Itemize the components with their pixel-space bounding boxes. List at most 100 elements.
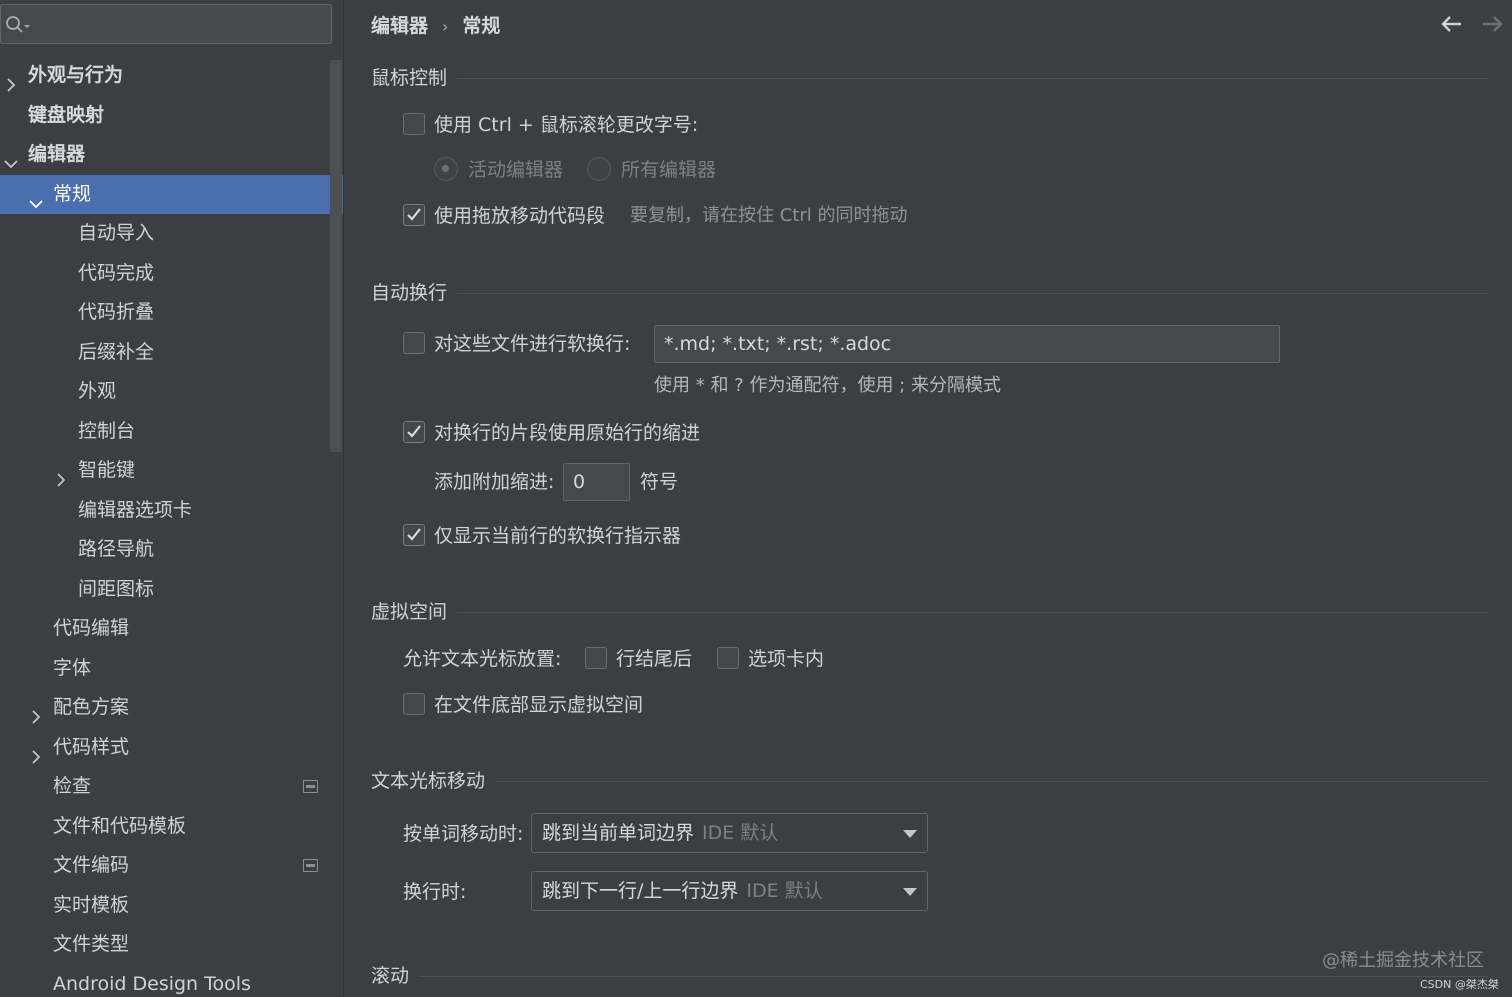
sidebar-item-label: 代码编辑 <box>53 617 130 639</box>
soft-wrap-checkbox[interactable] <box>403 332 425 354</box>
sidebar-item[interactable]: 外观 <box>0 372 344 412</box>
section-divider <box>457 78 1488 79</box>
sidebar-item[interactable]: 常规 <box>0 174 344 214</box>
sidebar-item[interactable]: 检查 <box>0 767 344 807</box>
sidebar-item-label: 文件编码 <box>53 854 130 876</box>
chevron-right-icon[interactable] <box>3 68 19 92</box>
radio-active-editor-label: 活动编辑器 <box>468 159 564 181</box>
section-title-caret-movement: 文本光标移动 <box>371 770 486 792</box>
watermark-small: CSDN @桀杰桀 <box>1420 978 1499 991</box>
sidebar-item-label: 配色方案 <box>53 696 130 718</box>
sidebar-item[interactable]: 字体 <box>0 649 344 689</box>
section-title-wrap: 自动换行 <box>371 282 448 304</box>
sidebar-item[interactable]: 代码完成 <box>0 254 344 294</box>
radio-all-editors[interactable] <box>587 157 611 181</box>
section-title-virtual-space: 虚拟空间 <box>371 601 448 623</box>
sidebar-item[interactable]: 键盘映射 <box>0 96 344 136</box>
breadcrumb-current: 常规 <box>462 15 501 37</box>
breadcrumb: 编辑器 › 常规 <box>371 12 500 40</box>
settings-tree: 外观与行为键盘映射编辑器常规自动导入代码完成代码折叠后缀补全外观控制台智能键编辑… <box>0 56 344 997</box>
sidebar-item-label: 智能键 <box>78 459 136 481</box>
sidebar-item[interactable]: 路径导航 <box>0 530 344 570</box>
sidebar-item-label: 文件类型 <box>53 933 130 955</box>
current-line-indicator-label: 仅显示当前行的软换行指示器 <box>434 525 682 547</box>
forward-arrow-icon[interactable] <box>1480 12 1506 36</box>
sidebar-item-label: 控制台 <box>78 419 136 442</box>
search-icon <box>5 14 31 36</box>
sidebar-item[interactable]: 配色方案 <box>0 688 344 728</box>
current-line-indicator-checkbox[interactable] <box>403 524 425 546</box>
checkmark-icon <box>407 528 421 541</box>
sidebar-item-label: Android Design Tools <box>53 972 251 995</box>
extra-indent-input[interactable]: 0 <box>563 463 630 501</box>
sidebar-item[interactable]: Android Design Tools <box>0 965 344 997</box>
soft-wrap-label: 对这些文件进行软换行: <box>434 333 631 355</box>
virtual-space-bottom-label: 在文件底部显示虚拟空间 <box>434 694 644 716</box>
inside-tabs-checkbox[interactable] <box>717 647 739 669</box>
chevron-down-icon[interactable] <box>3 147 19 169</box>
sidebar-item[interactable]: 外观与行为 <box>0 56 344 96</box>
sidebar-item-label: 编辑器选项卡 <box>78 498 193 521</box>
indent-wrapped-checkbox[interactable] <box>403 421 425 443</box>
back-arrow-icon[interactable] <box>1438 12 1464 36</box>
watermark: @稀土掘金技术社区 <box>1322 950 1484 971</box>
sidebar-item[interactable]: 后缀补全 <box>0 333 344 373</box>
chevron-down-icon[interactable] <box>28 187 44 208</box>
sidebar-item[interactable]: 文件编码 <box>0 846 344 886</box>
section-divider <box>419 976 1488 977</box>
line-move-dropdown[interactable]: 跳到下一行/上一行边界 IDE 默认 <box>531 871 928 911</box>
ctrl-wheel-checkbox[interactable] <box>403 113 425 135</box>
settings-sidebar: 外观与行为键盘映射编辑器常规自动导入代码完成代码折叠后缀补全外观控制台智能键编辑… <box>0 0 344 997</box>
sidebar-item-label: 外观与行为 <box>28 64 124 86</box>
breadcrumb-separator: › <box>442 17 449 36</box>
sidebar-item[interactable]: 间距图标 <box>0 570 344 610</box>
sidebar-item[interactable]: 自动导入 <box>0 214 344 254</box>
chevron-right-icon[interactable] <box>28 700 44 724</box>
breadcrumb-parent[interactable]: 编辑器 <box>371 15 428 37</box>
sidebar-item[interactable]: 编辑器选项卡 <box>0 491 344 531</box>
radio-active-editor[interactable] <box>434 157 458 181</box>
sidebar-item[interactable]: 智能键 <box>0 451 344 491</box>
project-scope-icon <box>303 780 318 793</box>
sidebar-item-label: 实时模板 <box>53 893 130 916</box>
sidebar-item-label: 代码折叠 <box>78 301 155 323</box>
line-move-default-tag: IDE 默认 <box>746 880 823 902</box>
word-move-value: 跳到当前单词边界 <box>542 822 695 844</box>
sidebar-scrollbar[interactable] <box>330 60 342 452</box>
sidebar-item-label: 字体 <box>53 656 92 679</box>
sidebar-item-label: 键盘映射 <box>28 103 105 126</box>
sidebar-item[interactable]: 编辑器 <box>0 135 344 175</box>
soft-wrap-patterns-hint: 使用 * 和 ? 作为通配符，使用 ; 来分隔模式 <box>654 375 1001 396</box>
sidebar-item[interactable]: 代码样式 <box>0 728 344 768</box>
chevron-right-icon[interactable] <box>28 740 44 764</box>
checkmark-icon <box>407 425 421 438</box>
sidebar-item[interactable]: 控制台 <box>0 412 344 452</box>
drag-drop-hint: 要复制，请在按住 Ctrl 的同时拖动 <box>630 205 908 226</box>
word-move-dropdown[interactable]: 跳到当前单词边界 IDE 默认 <box>531 813 928 853</box>
sidebar-item[interactable]: 实时模板 <box>0 886 344 926</box>
virtual-space-bottom-checkbox[interactable] <box>403 693 425 715</box>
extra-indent-label: 添加附加缩进: <box>434 471 555 493</box>
sidebar-item[interactable]: 文件和代码模板 <box>0 807 344 847</box>
sidebar-item-label: 间距图标 <box>78 577 155 600</box>
sidebar-item-label: 常规 <box>53 182 92 205</box>
sidebar-item[interactable]: 代码编辑 <box>0 609 344 649</box>
drag-drop-checkbox[interactable] <box>403 204 425 226</box>
sidebar-item-label: 代码完成 <box>78 261 155 284</box>
sidebar-item[interactable]: 代码折叠 <box>0 293 344 333</box>
caret-placement-label: 允许文本光标放置: <box>403 648 562 670</box>
sidebar-item[interactable]: 文件类型 <box>0 925 344 965</box>
checkmark-icon <box>407 208 421 221</box>
word-move-label: 按单词移动时: <box>403 823 524 845</box>
chevron-right-icon[interactable] <box>53 463 69 487</box>
after-line-end-checkbox[interactable] <box>585 647 607 669</box>
after-line-end-label: 行结尾后 <box>616 648 693 670</box>
settings-search-field[interactable] <box>0 4 332 44</box>
section-title-scroll: 滚动 <box>371 965 410 987</box>
sidebar-item-label: 后缀补全 <box>78 340 155 363</box>
line-move-value: 跳到下一行/上一行边界 <box>542 880 739 902</box>
settings-content: 编辑器 › 常规 鼠标控制 使用 Ctrl + 鼠标滚轮更改字号: 活动编辑器 所有… <box>344 0 1512 997</box>
sidebar-item-label: 代码样式 <box>53 735 130 758</box>
sidebar-item-label: 编辑器 <box>28 143 86 165</box>
soft-wrap-patterns-input[interactable]: *.md; *.txt; *.rst; *.adoc <box>654 325 1280 363</box>
